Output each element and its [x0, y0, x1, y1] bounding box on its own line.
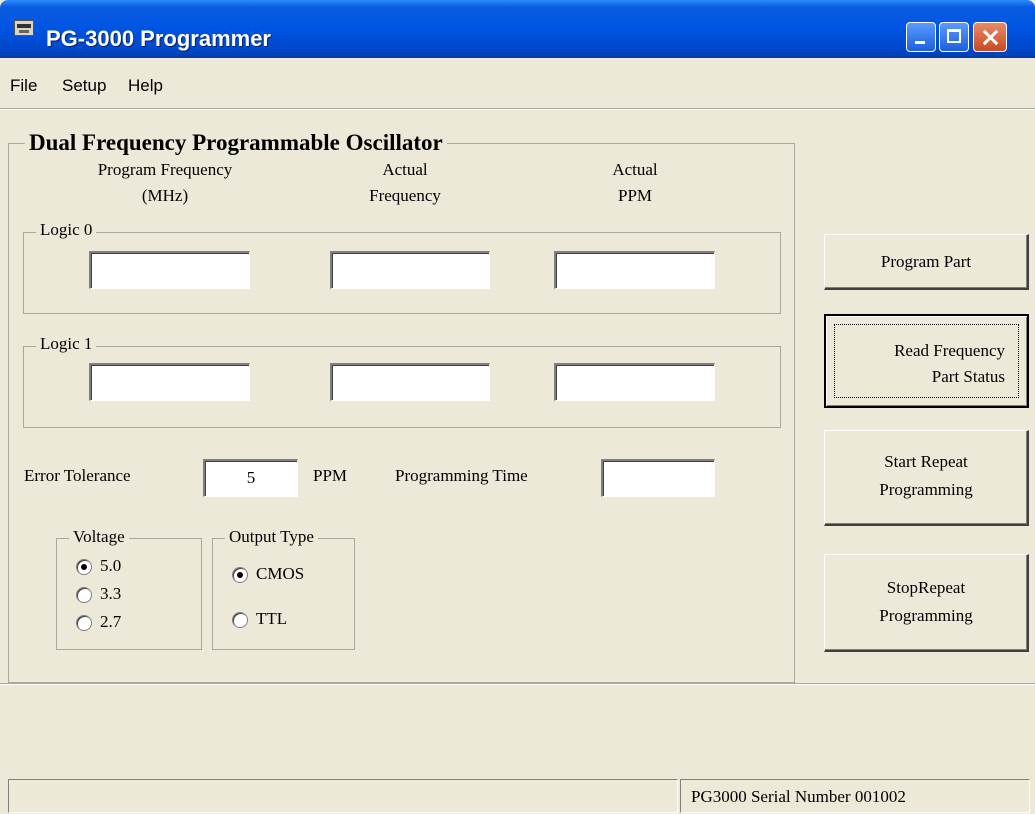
voltage-option-label: 3.3: [100, 584, 122, 603]
header-actual-ppm-2: PPM: [617, 186, 653, 205]
voltage-option-2-7[interactable]: 2.7: [76, 612, 121, 632]
logic1-program-frequency-field[interactable]: [89, 363, 250, 401]
menu-file[interactable]: File: [10, 76, 37, 96]
programming-time-field[interactable]: [601, 459, 715, 497]
voltage-option-3-3[interactable]: 3.3: [76, 584, 121, 604]
logic1-actual-ppm-field[interactable]: [554, 363, 715, 401]
voltage-option-label: 2.7: [100, 612, 122, 631]
title-bar[interactable]: PG-3000 Programmer: [0, 0, 1035, 58]
radio-icon[interactable]: [76, 587, 92, 604]
radio-selected-icon[interactable]: [76, 559, 92, 576]
logic0-label: Logic 0: [36, 220, 97, 240]
program-part-button[interactable]: Program Part: [824, 234, 1029, 290]
logic1-label: Logic 1: [36, 334, 97, 354]
start-repeat-button-label-1: Start Repeat: [884, 452, 968, 471]
maximize-button[interactable]: [939, 22, 969, 52]
error-tolerance-field[interactable]: 5: [203, 459, 298, 497]
output-type-option-label: TTL: [256, 609, 288, 628]
menu-divider: [0, 108, 1035, 110]
radio-selected-icon[interactable]: [232, 567, 248, 584]
start-repeat-button-label-2: Programming: [879, 480, 973, 499]
header-actual-frequency: Actual: [382, 160, 428, 179]
status-serial-number: PG3000 Serial Number 001002: [680, 779, 1030, 813]
logic1-actual-frequency-field[interactable]: [330, 363, 490, 401]
error-tolerance-unit: PPM: [313, 466, 348, 485]
logic0-actual-ppm-field[interactable]: [554, 251, 715, 289]
status-bar-left-panel: [8, 779, 678, 813]
error-tolerance-label: Error Tolerance: [24, 466, 131, 485]
oscillator-group-title: Dual Frequency Programmable Oscillator: [25, 130, 447, 156]
read-frequency-button[interactable]: Read Frequency Part Status: [824, 314, 1029, 408]
start-repeat-programming-button[interactable]: Start Repeat Programming: [824, 430, 1029, 526]
stop-repeat-button-label-1: StopRepeat: [886, 578, 966, 597]
header-program-frequency: Program Frequency: [97, 160, 233, 179]
logic0-actual-frequency-field[interactable]: [330, 251, 490, 289]
menu-help[interactable]: Help: [128, 76, 163, 96]
logic0-program-frequency-field[interactable]: [89, 251, 250, 289]
menu-bar: File Setup Help: [0, 68, 1035, 108]
content-divider: [0, 683, 1035, 685]
output-type-option-label: CMOS: [256, 564, 305, 583]
close-button[interactable]: [973, 22, 1007, 52]
output-type-option-cmos[interactable]: CMOS: [232, 564, 304, 584]
window-title: PG-3000 Programmer: [46, 26, 271, 51]
output-type-group: Output Type: [212, 527, 355, 650]
app-icon[interactable]: [14, 20, 34, 36]
header-program-frequency-unit: (MHz): [141, 186, 189, 205]
voltage-option-5-0[interactable]: 5.0: [76, 556, 121, 576]
stop-repeat-programming-button[interactable]: StopRepeat Programming: [824, 554, 1029, 652]
voltage-option-label: 5.0: [100, 556, 122, 575]
radio-icon[interactable]: [76, 615, 92, 632]
read-frequency-button-label-2: Part Status: [931, 367, 1005, 386]
header-actual-ppm: Actual: [612, 160, 658, 179]
voltage-title: Voltage: [69, 527, 129, 547]
radio-icon[interactable]: [232, 612, 248, 629]
programming-time-label: Programming Time: [395, 466, 528, 485]
stop-repeat-button-label-2: Programming: [879, 606, 973, 625]
output-type-title: Output Type: [225, 527, 318, 547]
output-type-option-ttl[interactable]: TTL: [232, 609, 287, 629]
program-part-button-label: Program Part: [880, 252, 972, 271]
read-frequency-button-label-1: Read Frequency: [894, 341, 1005, 360]
menu-setup[interactable]: Setup: [62, 76, 106, 96]
header-actual-frequency-2: Frequency: [369, 186, 441, 205]
minimize-button[interactable]: [906, 22, 936, 52]
